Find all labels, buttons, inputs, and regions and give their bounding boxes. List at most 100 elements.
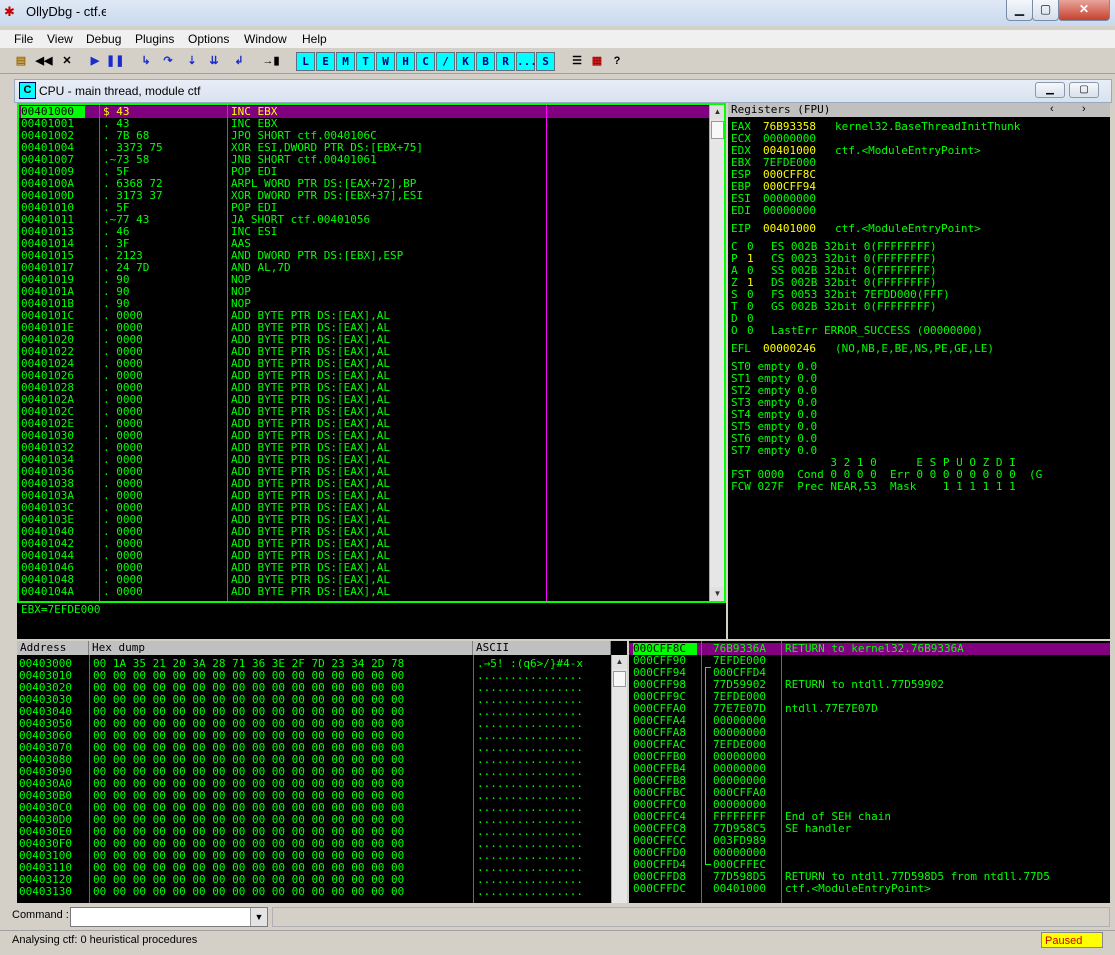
- windows-button[interactable]: W: [376, 52, 395, 71]
- register-value: 00000000: [763, 204, 816, 217]
- menu-plugins[interactable]: Plugins: [135, 32, 174, 46]
- scroll-thumb[interactable]: [711, 121, 724, 139]
- stack-pane[interactable]: 000CFF8C 76B9336A RETURN to kernel32.76B93…: [629, 641, 1110, 903]
- scroll-up-arrow-icon[interactable]: ▲: [710, 105, 724, 119]
- column-separator: [89, 655, 90, 903]
- dump-rows: 00403000 00 1A 35 21 20 3A 28 71 36 3E 2F…: [17, 657, 611, 901]
- status-message: Analysing ctf: 0 heuristical procedures: [12, 934, 198, 946]
- chevron-down-icon[interactable]: ▼: [250, 908, 267, 926]
- run-trace-button[interactable]: ...: [516, 52, 537, 71]
- disassembly-rows: 00401000 $ 43 INC EBX 00401001. 43 INC EBX 00…: [19, 105, 709, 601]
- dump-hex-bytes: 00 00 00 00 00 00 00 00 00 00 00 00 00 0…: [93, 885, 405, 898]
- breakpoints-button[interactable]: B: [476, 52, 495, 71]
- pause-icon[interactable]: ❚❚: [106, 52, 124, 70]
- flag-value: 0: [747, 324, 754, 337]
- log-window-button[interactable]: L: [296, 52, 315, 71]
- stack-address: 000CFFDC: [633, 882, 686, 895]
- register-lines: EAX 76B93358 kernel32.BaseThreadInitThunk E…: [731, 121, 1109, 621]
- status-bar: Analysing ctf: 0 heuristical procedures …: [0, 930, 1115, 951]
- menu-options[interactable]: Options: [188, 32, 229, 46]
- step-over-icon[interactable]: ↷: [159, 52, 177, 70]
- flag-name: O: [731, 324, 738, 337]
- column-separator: [473, 655, 474, 903]
- command-input[interactable]: ▼: [70, 907, 268, 927]
- stack-comment: RETURN to kernel32.76B9336A: [785, 642, 964, 655]
- dump-header-address[interactable]: Address: [17, 641, 89, 655]
- menu-file[interactable]: File: [14, 32, 33, 46]
- restart-icon[interactable]: ◀◀: [35, 52, 53, 70]
- menu-window[interactable]: Window: [244, 32, 287, 46]
- memory-map-button[interactable]: M: [336, 52, 355, 71]
- executable-modules-button[interactable]: E: [316, 52, 335, 71]
- references-button[interactable]: R: [496, 52, 515, 71]
- execute-till-return-icon[interactable]: ↲: [230, 52, 248, 70]
- register-value: 00401000: [763, 222, 816, 235]
- dump-header-hex[interactable]: Hex dump: [89, 641, 473, 655]
- handles-button[interactable]: H: [396, 52, 415, 71]
- appearance-icon[interactable]: ▦: [588, 52, 606, 70]
- column-separator: [781, 641, 782, 903]
- efl-comment: (NO,NB,E,BE,NS,PE,GE,LE): [835, 342, 994, 355]
- menu-debug[interactable]: Debug: [86, 32, 121, 46]
- efl-label: EFL: [731, 342, 751, 355]
- threads-button[interactable]: T: [356, 52, 375, 71]
- dump-row[interactable]: 00403130 00 00 00 00 00 00 00 00 00 00 00…: [17, 886, 611, 898]
- patches-button[interactable]: /: [436, 52, 455, 71]
- source-button[interactable]: S: [536, 52, 555, 71]
- register-comment: ctf.<ModuleEntryPoint>: [835, 222, 981, 235]
- stack-comment: SE handler: [785, 822, 852, 835]
- cpu-maximize-button[interactable]: ▢: [1069, 82, 1099, 98]
- maximize-button[interactable]: ▢: [1032, 0, 1059, 21]
- cpu-button[interactable]: C: [416, 52, 435, 71]
- column-separator: [227, 105, 228, 601]
- scroll-thumb[interactable]: [613, 671, 626, 687]
- chevron-left-icon[interactable]: ‹: [1050, 103, 1054, 115]
- stack-comment: ntdll.77E7E07D: [785, 702, 878, 715]
- command-label: Command :: [12, 909, 69, 921]
- trace-over-icon[interactable]: ⇊: [205, 52, 223, 70]
- menu-help[interactable]: Help: [302, 32, 327, 46]
- segment-info: GS 002B 32bit 0(FFFFFFFF): [771, 300, 937, 313]
- scroll-down-arrow-icon[interactable]: ▼: [710, 587, 724, 601]
- bug-icon: ✱: [4, 4, 15, 19]
- column-separator: [701, 641, 702, 903]
- efl-value: 00000246: [763, 342, 816, 355]
- column-separator: [99, 105, 100, 601]
- instruction-hex: . 0000: [103, 585, 143, 598]
- step-into-icon[interactable]: ↳: [137, 52, 155, 70]
- menu-view[interactable]: View: [47, 32, 73, 46]
- stack-comment: RETURN to ntdll.77D59902: [785, 678, 944, 691]
- chevron-right-icon[interactable]: ›: [1082, 103, 1086, 115]
- disassembly-scrollbar[interactable]: ▲ ▼: [709, 105, 724, 601]
- cpu-window-titlebar: C CPU - main thread, module ctf ▁ ▢: [14, 79, 1112, 103]
- cpu-minimize-button[interactable]: ▁: [1035, 82, 1065, 98]
- run-icon[interactable]: ▶: [86, 52, 104, 70]
- cpu-window-icon: C: [19, 82, 36, 99]
- dump-header-ascii[interactable]: ASCII: [473, 641, 611, 655]
- register-name: EDI: [731, 204, 751, 217]
- status-paused-badge: Paused: [1041, 932, 1103, 948]
- menu-bar: File View Debug Plugins Options Window H…: [0, 30, 1115, 48]
- scroll-up-arrow-icon[interactable]: ▲: [612, 655, 627, 669]
- register-comment: kernel32.BaseThreadInitThunk: [835, 120, 1021, 133]
- call-stack-button[interactable]: K: [456, 52, 475, 71]
- open-file-icon[interactable]: ▤: [12, 52, 30, 70]
- disassembly-row[interactable]: 0040104A . 0000 ADD BYTE PTR DS:[EAX],AL: [19, 586, 709, 598]
- registers-pane[interactable]: Registers (FPU) ‹ › EAX 76B93358 kernel32.…: [728, 103, 1110, 639]
- list-icon[interactable]: ☰: [568, 52, 586, 70]
- close-button[interactable]: ✕: [1058, 0, 1110, 21]
- disassembly-pane[interactable]: 00401000 $ 43 INC EBX 00401001. 43 INC EBX 00…: [17, 103, 726, 603]
- register-name: EIP: [731, 222, 751, 235]
- goto-icon[interactable]: →▮: [262, 52, 280, 70]
- window-title: OllyDbg - ctf.exe: [26, 4, 106, 19]
- dump-scrollbar[interactable]: ▲: [611, 655, 627, 903]
- toolbar: ▤ ◀◀ ✕ ▶ ❚❚ ↳ ↷ ⇣ ⇊ ↲ →▮ L E M T W H C /…: [0, 49, 1115, 74]
- hex-dump-pane[interactable]: Address Hex dump ASCII 00403000 00 1A 35 …: [17, 641, 627, 903]
- registers-header-label: Registers (FPU): [731, 103, 831, 116]
- fpu-status: FCW 027F Prec NEAR,53 Mask 1 1 1 1 1 1: [731, 480, 1016, 493]
- close-program-icon[interactable]: ✕: [58, 52, 76, 70]
- help-icon[interactable]: ?: [608, 52, 626, 70]
- stack-value: 00401000: [713, 882, 766, 895]
- trace-into-icon[interactable]: ⇣: [183, 52, 201, 70]
- minimize-button[interactable]: ▁: [1006, 0, 1033, 21]
